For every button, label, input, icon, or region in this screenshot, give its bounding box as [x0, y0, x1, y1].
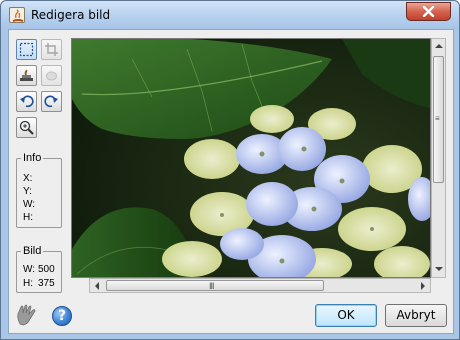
scroll-right-icon[interactable]	[421, 282, 425, 290]
horizontal-scrollbar[interactable]: III	[89, 278, 431, 293]
vertical-scrollbar[interactable]: ≡	[431, 38, 446, 278]
rotate-right-button[interactable]	[41, 91, 62, 112]
window-title: Redigera bild	[31, 8, 111, 22]
selection-rectangle-icon	[19, 42, 34, 57]
image-width-value: 500	[38, 264, 55, 275]
vertical-grip: ≡	[435, 114, 440, 123]
rotate-right-icon	[44, 95, 58, 108]
crop-tool-button[interactable]	[41, 39, 62, 60]
info-w-label: W:	[23, 199, 36, 210]
scroll-up-icon[interactable]	[435, 44, 443, 48]
info-h-label: H:	[23, 212, 33, 223]
close-button[interactable]	[406, 2, 451, 21]
image-height-value: 375	[38, 278, 55, 289]
rotate-left-button[interactable]	[16, 91, 37, 112]
help-icon: ?	[58, 308, 67, 324]
app-icon	[9, 7, 25, 23]
vertical-scroll-thumb[interactable]: ≡	[433, 56, 444, 183]
cancel-button[interactable]: Avbryt	[385, 304, 447, 327]
stamp-tool-button[interactable]	[16, 65, 37, 86]
scroll-left-icon[interactable]	[95, 282, 99, 290]
hand-icon	[14, 304, 40, 328]
image-info-group-title: Bild	[21, 245, 44, 257]
crop-icon	[45, 43, 58, 56]
ok-button[interactable]: OK	[315, 304, 377, 327]
stamp-icon	[20, 69, 33, 81]
image-height-label: H:	[23, 278, 33, 289]
mask-tool-button[interactable]	[41, 65, 62, 86]
horizontal-grip: III	[209, 281, 214, 291]
hydrangea-photo	[72, 39, 430, 277]
info-y-label: Y:	[23, 186, 32, 197]
help-button[interactable]: ?	[52, 306, 72, 326]
info-group-title: Info	[21, 152, 44, 164]
image-canvas[interactable]	[71, 38, 431, 278]
dialog-window: Redigera bild Info X: Y: W: H: Bild W: 5…	[0, 0, 460, 340]
rotate-left-icon	[20, 95, 34, 108]
close-icon	[422, 6, 435, 17]
dialog-content: Info X: Y: W: H: Bild W: 500 H: 375 ≡ II…	[8, 29, 454, 334]
horizontal-scroll-thumb[interactable]: III	[106, 280, 324, 291]
scroll-down-icon[interactable]	[435, 267, 443, 271]
select-tool-button[interactable]	[16, 39, 37, 60]
zoom-icon	[19, 120, 34, 135]
zoom-tool-button[interactable]	[16, 117, 37, 138]
info-x-label: X:	[23, 173, 33, 184]
title-bar[interactable]: Redigera bild	[1, 1, 459, 29]
mask-icon	[46, 71, 57, 81]
image-width-label: W:	[23, 264, 36, 275]
